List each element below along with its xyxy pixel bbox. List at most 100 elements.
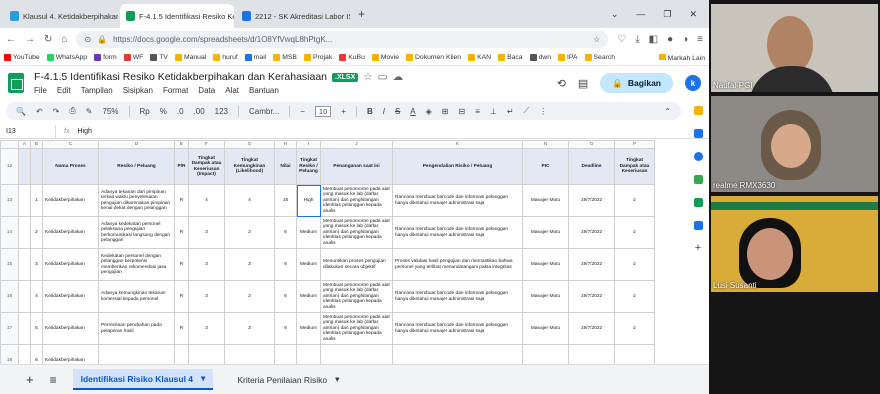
grid-cell-dampak[interactable]: 4 [188,184,225,217]
bookmark-item[interactable]: mail [244,54,266,61]
grid-cell-last[interactable]: 2 [614,216,655,249]
row-header[interactable]: 14 [0,216,19,249]
menu-edit[interactable]: Edit [57,86,71,95]
row-header[interactable]: 17 [0,312,19,345]
grid-cell[interactable] [18,184,31,217]
grid-cell-deadline[interactable]: 19/7/2022 [568,216,615,249]
zoom-select[interactable]: 75% [102,107,118,116]
header-cell[interactable] [30,148,43,185]
menu-tools[interactable]: Alat [225,86,239,95]
grid-cell-tingkat[interactable]: Medium [296,312,321,345]
star-icon[interactable]: ☆ [363,71,372,83]
column-header[interactable]: A [18,140,31,149]
grid-cell-proses[interactable]: Ketidakberpihakan [42,184,99,217]
header-cell[interactable]: Tingkat Kemungkinan (Likelihood) [224,148,275,185]
font-size-decrease-icon[interactable]: − [300,107,305,116]
grid-cell-last[interactable] [614,344,655,364]
chevron-down-icon[interactable]: ▾ [335,374,339,385]
grid-cell-proses[interactable]: Ketidakberpihakan [42,280,99,313]
grid-cell-nilai[interactable]: 9 [274,248,297,281]
url-field[interactable]: ⊙ 🔒 https://docs.google.com/spreadsheets… [76,30,609,48]
browser-tab[interactable]: Klausul 4. Ketidakberpihakan d ✕ [4,4,118,28]
grid-cell-pr[interactable]: R [174,280,189,313]
grid-cell-deadline[interactable]: 19/7/2022 [568,312,615,345]
undo-icon[interactable]: ↶ [36,107,43,116]
grid-cell-kemungkinan[interactable]: 2 [224,216,275,249]
bookmarks-other[interactable]: Markah Lain [658,53,705,62]
home-icon[interactable]: ⌂ [61,34,67,45]
bookmark-item[interactable]: Dokumen Klien [406,54,461,61]
bookmark-item[interactable]: MSB [273,54,297,61]
grid-cell-tingkat[interactable]: Medium [296,216,321,249]
tab-search-icon[interactable]: ⌄ [611,9,619,20]
minimize-icon[interactable]: — [636,9,645,20]
extension-icon[interactable]: ● [667,34,673,45]
header-cell[interactable]: Tingkat Dampak atau Keseriusan (Impact) [188,148,225,185]
grid-cell-penanganan[interactable]: Membuat penomoran pada alat yang masuk k… [320,280,393,313]
bookmark-item[interactable]: YouTube [4,54,40,61]
text-color-icon[interactable]: A [410,107,415,116]
header-cell[interactable]: PIC [522,148,569,185]
menu-file[interactable]: File [34,86,47,95]
grid-cell-tingkat[interactable]: High [296,184,321,217]
grid-cell-dampak[interactable]: 3 [188,248,225,281]
doc-title[interactable]: F-4.1.5 Identifikasi Resiko Ketidakberpi… [34,71,327,83]
header-cell[interactable]: P/R [174,148,189,185]
grid-cell-kemungkinan[interactable]: 3 [224,312,275,345]
grid-cell-pr[interactable]: R [174,184,189,217]
grid-cell-deadline[interactable]: 19/7/2022 [568,248,615,281]
header-cell[interactable]: Resiko / Peluang [98,148,175,185]
forward-icon[interactable]: → [25,34,35,45]
column-header[interactable]: C [42,140,99,149]
keep-icon[interactable] [693,106,703,115]
grid-cell-resiko[interactable]: Adanya kemungkinan tekanan komersial kep… [98,280,175,313]
header-cell[interactable]: Tingkat Resiko / Peluang [296,148,321,185]
browser-tab-active[interactable]: F-4.1.5 Identifikasi Resiko Ketid ✕ [120,4,234,28]
grid-cell-last[interactable]: 2 [614,248,655,281]
grid-cell-nilai[interactable]: 16 [274,184,297,217]
back-icon[interactable]: ← [6,34,16,45]
grid-cell-proses[interactable]: Ketidakberpihakan [42,216,99,249]
close-window-icon[interactable]: ✕ [689,9,697,20]
align-vertical-icon[interactable]: ⊥ [490,107,497,116]
grid-cell-nilai[interactable]: 9 [274,312,297,345]
grid-cell-pengendalian[interactable]: Rancana membuat barcode dan informasi pe… [392,312,523,345]
borders-icon[interactable]: ⊞ [442,107,449,116]
maximize-icon[interactable]: ❐ [663,9,671,20]
grid-cell-dampak[interactable]: 3 [188,312,225,345]
grid-cell[interactable] [18,248,31,281]
column-header[interactable]: P [614,140,655,149]
share-button[interactable]: 🔒 Bagikan [600,73,673,93]
merge-cells-icon[interactable]: ⊟ [459,107,466,116]
participant-tile[interactable]: Lusi Susanti [711,196,878,292]
download-icon[interactable]: ⤓ [635,34,639,45]
menu-format[interactable]: Format [163,86,188,95]
bookmark-item[interactable]: WhatsApp [46,54,87,61]
column-header[interactable]: K [392,140,523,149]
grid-cell-resiko[interactable]: Kedekatan personel dengan pelanggan berp… [98,248,175,281]
grid-cell-dampak[interactable] [188,344,225,364]
fill-color-icon[interactable]: ◈ [426,107,432,116]
grid-cell-pic[interactable] [522,344,569,364]
add-addon-icon[interactable]: + [694,243,703,254]
grid-cell-pengendalian[interactable]: Rancana membuat barcode dan informasi pe… [392,280,523,313]
bookmark-item[interactable]: KuBu [339,54,365,61]
grid-cell-no[interactable]: 1 [30,184,43,217]
all-sheets-button[interactable]: ≡ [50,373,57,387]
collapse-toolbar-icon[interactable]: ⌃ [664,107,671,116]
font-size-input[interactable]: 10 [314,105,332,117]
grid-cell-pengendalian[interactable]: Proses validasi hasil pengujian dan mema… [392,248,523,281]
grid-cell-pengendalian[interactable]: Rancana membuat barcode dan informasi pe… [392,216,523,249]
header-cell[interactable]: Deadline [568,148,615,185]
increase-decimal-button[interactable]: .00 [194,107,205,116]
grid-cell-kemungkinan[interactable]: 3 [224,248,275,281]
sheets-logo-icon[interactable] [8,73,24,93]
menu-icon[interactable]: ≡ [697,34,703,45]
bookmark-star-icon[interactable]: ☆ [593,35,600,44]
grid-cell[interactable] [18,312,31,345]
grid-cell-pic[interactable]: Manajer Mutu [522,280,569,313]
column-header[interactable]: H [274,140,297,149]
spreadsheet-grid[interactable]: A B C D E F G H I J K N O P 12 Nama Pros… [0,140,690,364]
grid-cell-deadline[interactable] [568,344,615,364]
grid-cell-pic[interactable]: Manajer Mutu [522,248,569,281]
